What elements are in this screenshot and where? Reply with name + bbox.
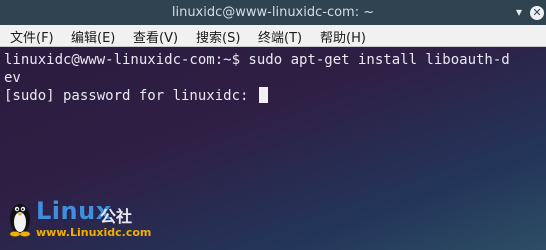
menu-search[interactable]: 搜索(S) [196,27,240,46]
terminal-window: linuxidc@www-linuxidc-com: ~ ▾ ✕ 文件(F) 编… [0,0,546,250]
password-prompt-text: [sudo] password for linuxidc: [4,88,257,104]
close-icon[interactable]: ✕ [528,3,546,21]
watermark-url: www.Linuxidc.com [36,226,152,239]
menu-help[interactable]: 帮助(H) [320,27,366,46]
terminal-line-command: linuxidc@www-linuxidc-com:~$ sudo apt-ge… [4,52,510,68]
chevron-down-icon[interactable]: ▾ [510,3,528,21]
title-bar[interactable]: linuxidc@www-linuxidc-com: ~ ▾ ✕ [0,0,546,25]
menu-file[interactable]: 文件(F) [10,27,54,46]
menu-terminal[interactable]: 终端(T) [258,27,302,46]
watermark-logo: Linux 公社 www.Linuxidc.com [6,197,166,245]
menu-edit[interactable]: 编辑(E) [71,27,115,46]
menu-view[interactable]: 查看(V) [133,27,178,46]
terminal-line-password-prompt: [sudo] password for linuxidc: [4,87,268,105]
menu-bar: 文件(F) 编辑(E) 查看(V) 搜索(S) 终端(T) 帮助(H) [0,25,546,47]
watermark-suffix: 公社 [100,207,133,226]
penguin-icon [10,204,30,237]
terminal-line-wrap: ev [4,70,21,86]
window-title: linuxidc@www-linuxidc-com: ~ [171,5,375,20]
text-cursor [258,87,268,103]
